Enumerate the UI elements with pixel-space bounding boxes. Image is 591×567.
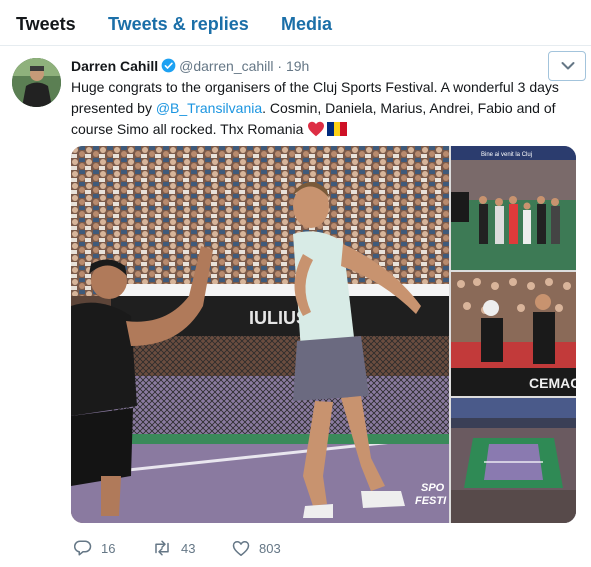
tweet[interactable]: Darren Cahill @darren_cahill · 19h Huge c… [0, 47, 591, 567]
media-photo-thumb-1[interactable]: Bine ai venit la Cluj [451, 146, 576, 270]
retweet-button[interactable]: 43 [152, 537, 195, 559]
retweet-icon [155, 540, 169, 556]
mention-link[interactable]: @B_Transilvania [156, 100, 262, 116]
tweet-timestamp[interactable]: 19h [286, 58, 309, 74]
tweet-actions: 16 43 803 [71, 537, 371, 559]
tweet-header: Darren Cahill @darren_cahill · 19h [71, 57, 309, 75]
red-heart-icon [307, 121, 325, 137]
like-button[interactable]: 803 [232, 537, 281, 559]
author-handle[interactable]: @darren_cahill [179, 58, 273, 74]
verified-badge-icon [161, 58, 176, 73]
like-count: 803 [259, 540, 281, 556]
tweet-text: Huge congrats to the organisers of the C… [71, 77, 576, 140]
tab-tweets[interactable]: Tweets [16, 14, 76, 35]
thumb1-banner-text: Bine ai venit la Cluj [481, 152, 532, 158]
reply-icon [74, 540, 92, 556]
chevron-down-icon [561, 62, 575, 70]
svg-text:FESTI: FESTI [415, 495, 447, 507]
thumb2-banner-text: CEMACO [529, 375, 576, 391]
romania-flag-icon [327, 121, 348, 137]
tab-tweets-and-replies[interactable]: Tweets & replies [108, 14, 249, 35]
media-photo-main[interactable]: IULIUSMA SPO FESTI [71, 146, 450, 523]
media-grid: IULIUSMA SPO FESTI Bine ai venit la Cluj… [71, 146, 576, 523]
reply-button[interactable]: 16 [74, 537, 115, 559]
heart-icon [232, 540, 250, 556]
avatar[interactable] [12, 58, 61, 107]
reply-count: 16 [101, 540, 116, 556]
media-photo-thumb-3[interactable] [451, 398, 576, 523]
profile-tabs: Tweets Tweets & replies Media [0, 0, 591, 46]
corner-logo-text: SPO [421, 482, 445, 494]
separator-dot: · [277, 58, 283, 74]
author-name[interactable]: Darren Cahill [71, 58, 158, 74]
media-photo-thumb-2[interactable]: CEMACO [451, 272, 576, 396]
tab-media[interactable]: Media [281, 14, 332, 35]
retweet-count: 43 [181, 540, 196, 556]
